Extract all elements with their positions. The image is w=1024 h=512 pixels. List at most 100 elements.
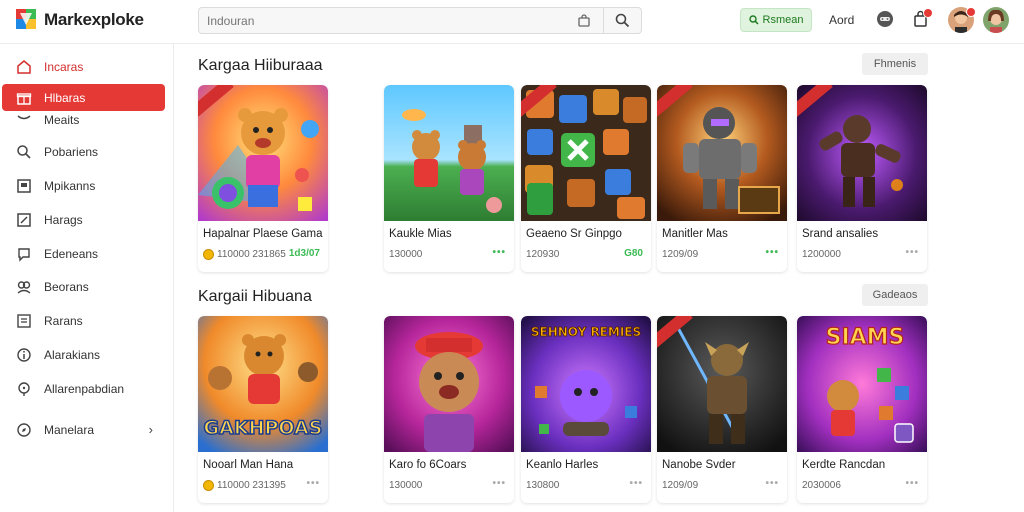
- sidebar-item-label: Beorans: [44, 280, 89, 294]
- game-title: Nanobe Svder: [662, 459, 736, 471]
- brand-name[interactable]: Markexploke: [44, 10, 144, 30]
- game-card[interactable]: SIAMS Kerdte Rancdan 2030006 •••: [797, 316, 927, 503]
- game-meta: 130000: [389, 480, 423, 491]
- sidebar-item-compass[interactable]: Manelara ›: [2, 416, 165, 443]
- coin-icon: [203, 480, 214, 491]
- sidebar-item-label: Harags: [44, 213, 83, 227]
- sidebar-item-label: Allarenpabdian: [44, 382, 125, 396]
- game-thumbnail[interactable]: SEHNOY REMIES: [521, 316, 651, 452]
- sidebar-item-chat[interactable]: Edeneans: [2, 240, 165, 267]
- chevron-right-icon[interactable]: ›: [149, 422, 153, 437]
- game-title: Keanlo Harles: [526, 459, 599, 471]
- primary-action-button[interactable]: Rsmean: [740, 8, 812, 32]
- search-icon: [615, 13, 630, 28]
- edit-icon: [17, 213, 31, 227]
- game-title: Karo fo 6Coars: [389, 459, 467, 471]
- more-dots-icon[interactable]: •••: [306, 479, 320, 489]
- info-icon: [17, 348, 31, 362]
- game-title: Geaeno Sr Ginpgo: [526, 228, 622, 240]
- sidebar-item-info[interactable]: Alarakians: [2, 341, 165, 368]
- section-more-button[interactable]: Fhmenis: [862, 53, 928, 75]
- search-button[interactable]: [603, 8, 641, 33]
- sidebar-item-label: Manelara: [44, 423, 95, 437]
- sidebar-item-edit[interactable]: Harags: [2, 206, 165, 233]
- logo-icon[interactable]: [14, 7, 38, 31]
- search-icon: [748, 15, 759, 25]
- game-title: Hapalnar Plaese Gama: [203, 228, 323, 240]
- game-thumbnail[interactable]: [521, 85, 651, 221]
- sidebar-item-grid[interactable]: Mpikanns: [2, 172, 165, 199]
- grid-icon: [17, 179, 31, 193]
- main-content: Kargaa Hiiburaaa Fhmenis Hapalnar Plaese…: [175, 44, 1024, 512]
- search-bar[interactable]: [198, 7, 642, 34]
- header-link[interactable]: Aord: [829, 13, 854, 27]
- game-thumbnail[interactable]: SIAMS: [797, 316, 927, 452]
- more-dots-icon[interactable]: •••: [492, 479, 506, 489]
- sidebar-item-users[interactable]: Beorans: [2, 273, 165, 300]
- sidebar-item-location[interactable]: Allarenpabdian: [2, 375, 165, 402]
- game-card[interactable]: Kaukle Mias 130000 •••: [384, 85, 514, 272]
- sidebar-item-label: Mpikanns: [44, 179, 96, 193]
- avatar-badge: [966, 7, 976, 17]
- game-thumbnail[interactable]: [657, 85, 787, 221]
- game-title: Kerdte Rancdan: [802, 459, 886, 471]
- sidebar-item-label: Meaits: [44, 113, 80, 127]
- bag-icon[interactable]: [577, 14, 591, 28]
- game-meta: 130000: [389, 249, 423, 260]
- sidebar-item-label: Rarans: [44, 314, 83, 328]
- more-dots-icon[interactable]: •••: [765, 479, 779, 489]
- primary-action-label: Rsmean: [762, 14, 804, 26]
- game-meta: 110000 231865: [203, 249, 286, 260]
- sidebar-item-tags[interactable]: Meaits: [2, 106, 165, 133]
- chat-icon: [18, 248, 30, 262]
- sidebar-item-search[interactable]: Pobariens: [2, 138, 165, 165]
- game-meta: 1209/09: [662, 480, 699, 491]
- sidebar-item-home[interactable]: Incaras: [2, 53, 165, 80]
- game-thumbnail[interactable]: GAKHPOAS: [198, 316, 328, 452]
- game-card[interactable]: Geaeno Sr Ginpgo 120930 G80: [521, 85, 651, 272]
- game-card[interactable]: Karo fo 6Coars 130000 •••: [384, 316, 514, 503]
- game-card[interactable]: Manitler Mas 1209/09 •••: [657, 85, 787, 272]
- game-card[interactable]: Hapalnar Plaese Gama 110000 231865 1d3/0…: [198, 85, 328, 272]
- more-dots-icon[interactable]: •••: [492, 248, 506, 258]
- game-card[interactable]: SEHNOY REMIES Keanlo Harles 130800 •••: [521, 316, 651, 503]
- game-title: Nooarl Man Hana: [203, 459, 294, 471]
- game-thumbnail[interactable]: [657, 316, 787, 452]
- compass-icon: [17, 423, 31, 437]
- game-controller-icon[interactable]: [876, 10, 894, 28]
- gift-icon: [16, 93, 32, 105]
- more-dots-icon[interactable]: •••: [629, 479, 643, 489]
- sidebar-item-list[interactable]: Rarans: [2, 307, 165, 334]
- sidebar-item-label: Incaras: [44, 60, 84, 74]
- game-thumbnail[interactable]: [384, 85, 514, 221]
- sidebar-item-label: Pobariens: [44, 145, 99, 159]
- section-title: Kargaii Hibuana: [198, 288, 312, 305]
- game-logo-text: SIAMS: [826, 325, 905, 350]
- game-thumbnail[interactable]: [384, 316, 514, 452]
- sidebar-item-label: Edeneans: [44, 247, 99, 261]
- game-card[interactable]: GAKHPOAS Nooarl Man Hana 110000 231395 •…: [198, 316, 328, 503]
- game-thumbnail[interactable]: [797, 85, 927, 221]
- location-icon: [18, 382, 30, 396]
- top-bar: Markexploke Rsmean Aord: [0, 0, 1024, 44]
- more-dots-icon[interactable]: •••: [765, 248, 779, 258]
- search-icon: [17, 145, 31, 159]
- game-meta: 2030006: [802, 480, 841, 491]
- game-card[interactable]: Nanobe Svder 1209/09 •••: [657, 316, 787, 503]
- users-icon: [17, 281, 31, 294]
- section-more-button[interactable]: Gadeaos: [862, 284, 928, 306]
- notification-badge: [923, 8, 933, 18]
- game-card[interactable]: Srand ansalies 1200000 •••: [797, 85, 927, 272]
- sidebar-item-label: Alarakians: [44, 348, 101, 362]
- more-dots-icon[interactable]: •••: [905, 248, 919, 258]
- section-title: Kargaa Hiiburaaa: [198, 57, 323, 74]
- search-input[interactable]: [207, 11, 567, 31]
- more-dots-icon[interactable]: •••: [905, 479, 919, 489]
- game-meta: 120930: [526, 249, 560, 260]
- avatar[interactable]: [983, 7, 1009, 33]
- game-thumbnail[interactable]: [198, 85, 328, 221]
- game-meta: 1200000: [802, 249, 841, 260]
- list-icon: [17, 314, 31, 328]
- game-title: Manitler Mas: [662, 228, 728, 240]
- tag-icon: [17, 115, 31, 120]
